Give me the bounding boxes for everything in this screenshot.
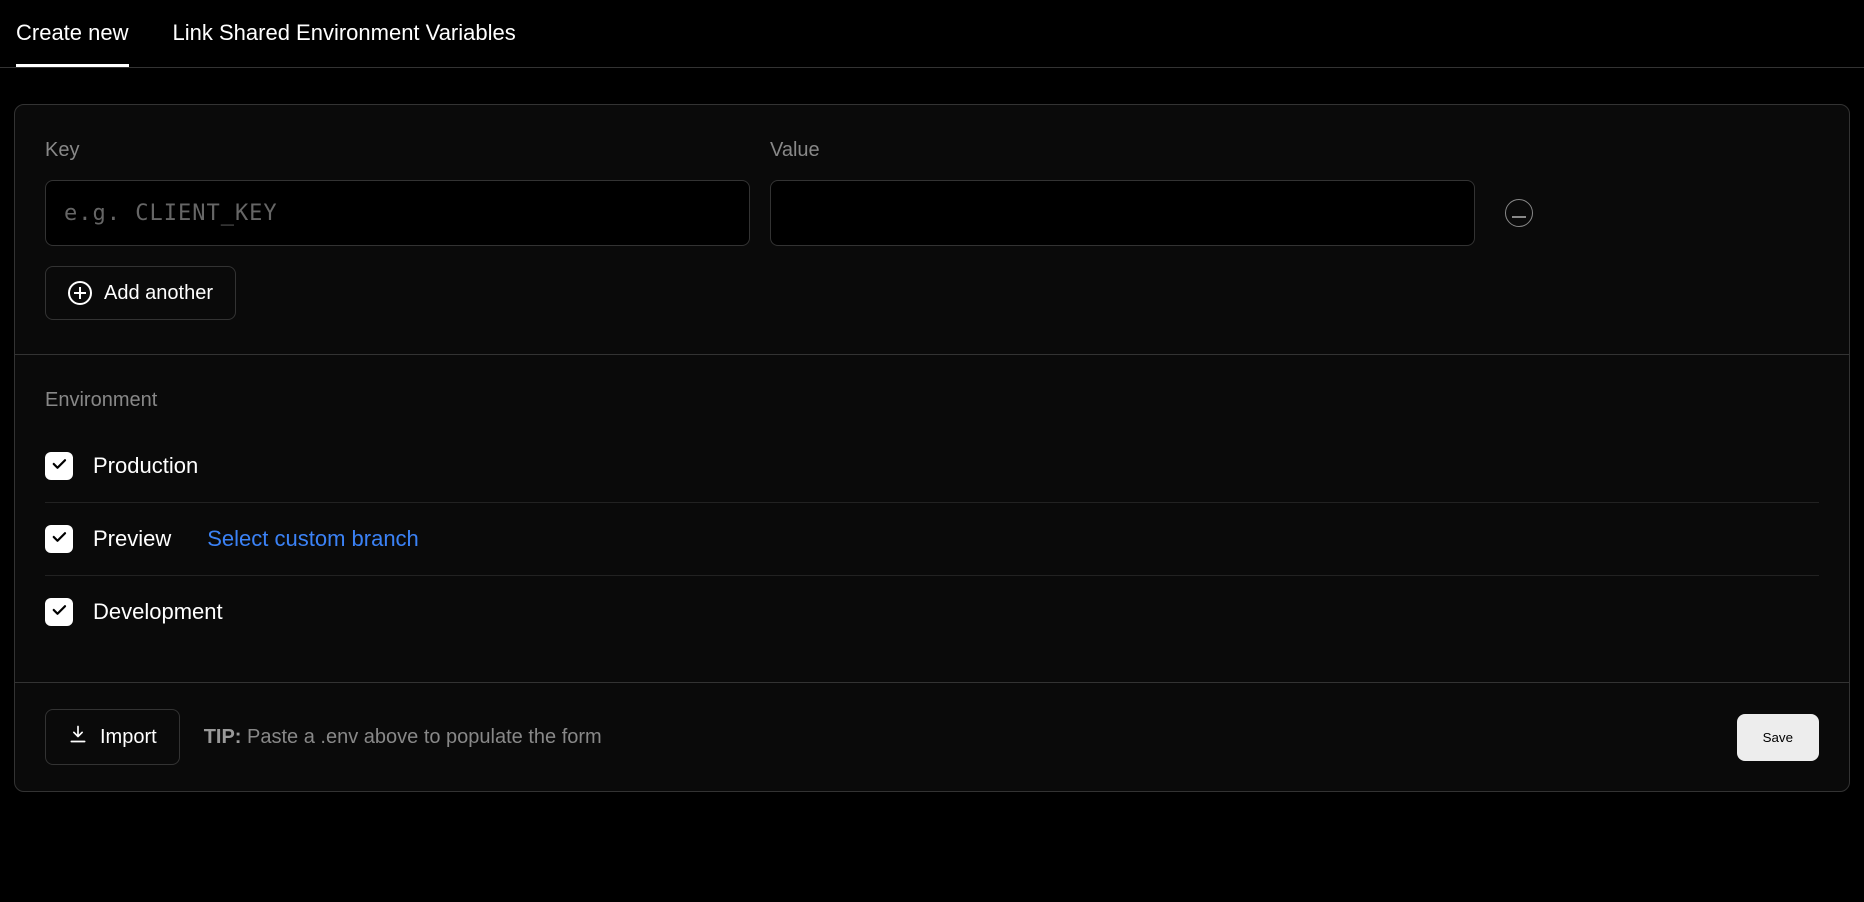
import-button[interactable]: Import	[45, 709, 180, 765]
kv-header-row: Key Value	[45, 139, 1819, 180]
key-label: Key	[45, 139, 750, 162]
add-another-button[interactable]: Add another	[45, 266, 236, 320]
tabs: Create new Link Shared Environment Varia…	[0, 0, 1864, 68]
footer: Import TIP: Paste a .env above to popula…	[15, 682, 1849, 791]
add-another-label: Add another	[104, 282, 213, 305]
check-icon	[50, 528, 68, 551]
env-label: Production	[93, 453, 198, 479]
tab-create-new[interactable]: Create new	[16, 20, 129, 67]
check-icon	[50, 455, 68, 478]
checkbox-development[interactable]	[45, 598, 73, 626]
value-input[interactable]	[770, 180, 1475, 246]
download-icon	[68, 724, 88, 750]
env-item-preview: Preview Select custom branch	[45, 503, 1819, 576]
env-item-production: Production	[45, 430, 1819, 503]
tab-link-shared[interactable]: Link Shared Environment Variables	[173, 20, 516, 67]
env-label: Preview	[93, 526, 171, 552]
key-value-section: Key Value Add another	[15, 105, 1849, 354]
tip-text: TIP: Paste a .env above to populate the …	[204, 726, 602, 749]
save-button[interactable]: Save	[1737, 714, 1819, 761]
environment-list: Production Preview Select custom branch	[45, 430, 1819, 648]
tip-body: Paste a .env above to populate the form	[247, 726, 602, 748]
import-label: Import	[100, 726, 157, 749]
minus-icon	[1512, 206, 1526, 221]
env-item-development: Development	[45, 576, 1819, 648]
env-var-panel: Key Value Add another	[14, 104, 1850, 792]
environment-section: Environment Production Preview Select cu…	[15, 354, 1849, 682]
check-icon	[50, 601, 68, 624]
checkbox-preview[interactable]	[45, 525, 73, 553]
environment-heading: Environment	[45, 389, 1819, 412]
plus-circle-icon	[68, 281, 92, 305]
tip-label: TIP:	[204, 726, 242, 748]
value-label: Value	[770, 139, 1475, 162]
select-custom-branch-link[interactable]: Select custom branch	[207, 526, 419, 552]
checkbox-production[interactable]	[45, 452, 73, 480]
remove-row-button[interactable]	[1505, 199, 1533, 227]
kv-input-row	[45, 180, 1819, 246]
key-input[interactable]	[45, 180, 750, 246]
env-label: Development	[93, 599, 223, 625]
